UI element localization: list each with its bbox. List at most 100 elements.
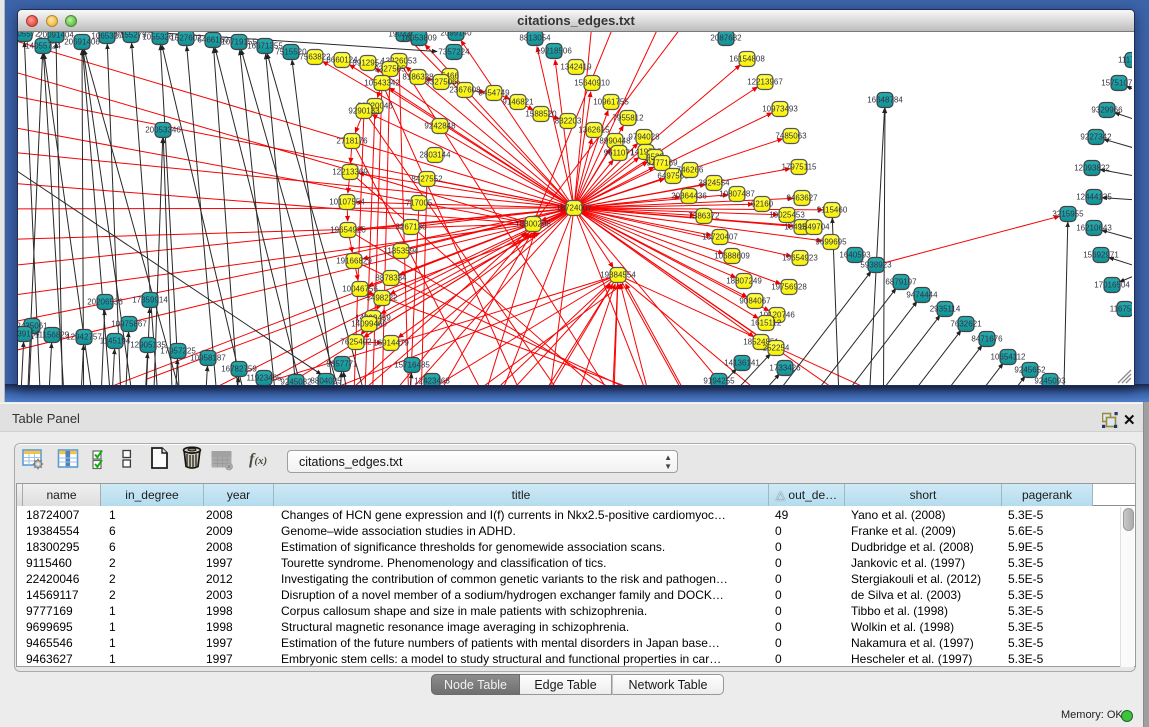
svg-text:9245093: 9245093 [1034, 377, 1066, 386]
svg-text:9084067: 9084067 [739, 297, 771, 306]
svg-text:15640910: 15640910 [574, 79, 610, 88]
svg-text:10807487: 10807487 [719, 190, 755, 199]
svg-text:7955812: 7955812 [612, 114, 644, 123]
svg-text:19166829: 19166829 [336, 257, 372, 266]
svg-text:9245652: 9245652 [1014, 366, 1046, 375]
svg-text:18724007: 18724007 [556, 204, 592, 213]
svg-text:10961755: 10961755 [593, 98, 629, 107]
svg-text:2803144: 2803144 [419, 151, 451, 160]
svg-text:717005: 717005 [406, 199, 433, 208]
svg-text:9245082: 9245082 [280, 378, 312, 386]
svg-text:17359914: 17359914 [132, 296, 168, 305]
svg-text:18300295: 18300295 [515, 220, 551, 229]
svg-text:16914479: 16914479 [373, 339, 409, 348]
svg-text:9794028: 9794028 [628, 133, 660, 142]
svg-text:9194255: 9194255 [703, 377, 735, 386]
svg-text:12444135: 12444135 [1076, 193, 1112, 202]
svg-text:5498222: 5498222 [366, 294, 398, 303]
svg-text:16782759: 16782759 [221, 365, 257, 374]
svg-text:14136141: 14136141 [724, 359, 760, 368]
svg-text:7357224: 7357224 [438, 48, 470, 57]
svg-text:9474444: 9474444 [906, 291, 938, 300]
svg-text:16210643: 16210643 [1076, 224, 1112, 233]
svg-text:1145194: 1145194 [100, 337, 131, 346]
svg-text:12093822: 12093822 [1074, 164, 1110, 173]
svg-text:1615112: 1615112 [751, 319, 782, 328]
svg-text:10046756: 10046756 [342, 285, 378, 294]
svg-text:8471676: 8471676 [971, 335, 1003, 344]
svg-text:12213369: 12213369 [332, 168, 368, 177]
svg-text:9857771: 9857771 [326, 360, 358, 369]
svg-text:20206536: 20206536 [87, 298, 123, 307]
svg-text:8804025: 8804025 [310, 377, 342, 386]
svg-text:1342419: 1342419 [560, 63, 592, 72]
svg-text:9463627: 9463627 [786, 194, 818, 203]
svg-text:19384554: 19384554 [600, 271, 636, 280]
svg-text:16154808: 16154808 [729, 55, 765, 64]
svg-text:746266: 746266 [677, 166, 704, 175]
svg-text:7625402: 7625402 [340, 338, 372, 347]
svg-text:1849704: 1849704 [798, 223, 830, 232]
svg-text:1733426: 1733426 [769, 364, 801, 373]
svg-text:8990448: 8990448 [599, 137, 631, 146]
svg-text:19756928: 19756928 [771, 283, 807, 292]
svg-text:2367608: 2367608 [449, 86, 481, 95]
svg-text:8813054: 8813054 [519, 34, 551, 43]
svg-text:3824554: 3824554 [698, 179, 730, 188]
svg-text:9611071: 9611071 [604, 149, 635, 158]
svg-text:8186328: 8186328 [402, 73, 434, 82]
svg-text:10654112: 10654112 [991, 353, 1027, 362]
svg-text:10107554: 10107554 [329, 198, 365, 207]
svg-text:9777169: 9777169 [646, 159, 678, 168]
svg-text:14099460: 14099460 [351, 320, 387, 329]
svg-text:18807249: 18807249 [726, 277, 762, 286]
svg-text:12423468: 12423468 [414, 377, 450, 386]
svg-text:8427552: 8427552 [411, 175, 443, 184]
svg-text:20364436: 20364436 [671, 192, 707, 201]
svg-text:2087682: 2087682 [710, 34, 742, 43]
svg-text:20053346: 20053346 [145, 126, 181, 135]
svg-text:3215955: 3215955 [1052, 210, 1084, 219]
svg-text:15751074: 15751074 [1101, 79, 1132, 88]
svg-text:7485063: 7485063 [775, 132, 807, 141]
svg-text:2935114: 2935114 [930, 305, 961, 314]
svg-text:10975867: 10975867 [111, 320, 147, 329]
svg-text:19654925: 19654925 [330, 226, 366, 235]
svg-text:10688609: 10688609 [714, 252, 750, 261]
svg-text:7632621: 7632621 [950, 320, 982, 329]
svg-text:10543342: 10543342 [364, 79, 400, 88]
svg-text:10958187: 10958187 [190, 354, 226, 363]
svg-text:252254: 252254 [763, 344, 790, 353]
svg-text:12942757: 12942757 [66, 333, 102, 342]
svg-text:19218506: 19218506 [536, 47, 572, 56]
svg-text:11923465: 11923465 [247, 374, 283, 383]
svg-text:11353594: 11353594 [384, 247, 420, 256]
svg-text:9290133: 9290133 [348, 107, 380, 116]
svg-text:17016504: 17016504 [1094, 281, 1130, 290]
svg-text:2099140: 2099140 [440, 32, 472, 38]
svg-text:12213967: 12213967 [747, 78, 783, 87]
svg-text:1167533: 1167533 [1110, 305, 1132, 314]
svg-text:9115460: 9115460 [817, 206, 848, 215]
svg-text:832203: 832203 [555, 117, 582, 126]
svg-text:1640593: 1640593 [839, 251, 871, 260]
svg-text:16053809: 16053809 [401, 34, 437, 43]
svg-text:9146821: 9146821 [502, 98, 534, 107]
svg-text:6879197: 6879197 [885, 278, 917, 287]
svg-text:10025453: 10025453 [769, 211, 805, 220]
svg-text:9699695: 9699695 [815, 238, 847, 247]
svg-text:15720407: 15720407 [702, 233, 738, 242]
svg-text:19654923: 19654923 [782, 254, 818, 263]
svg-text:9329966: 9329966 [1091, 106, 1123, 115]
svg-text:1117532: 1117532 [1118, 56, 1132, 65]
svg-text:62160: 62160 [751, 200, 774, 209]
svg-text:16648784: 16648784 [867, 96, 903, 105]
svg-text:9242848: 9242848 [424, 122, 456, 131]
svg-text:1362615: 1362615 [578, 126, 610, 135]
svg-text:9227342: 9227342 [1080, 133, 1112, 142]
svg-text:3267130: 3267130 [395, 223, 427, 232]
svg-text:15716485: 15716485 [394, 361, 430, 370]
svg-text:17975115: 17975115 [782, 163, 818, 172]
svg-text:8454749: 8454749 [478, 89, 510, 98]
svg-text:1588520: 1588520 [525, 110, 557, 119]
